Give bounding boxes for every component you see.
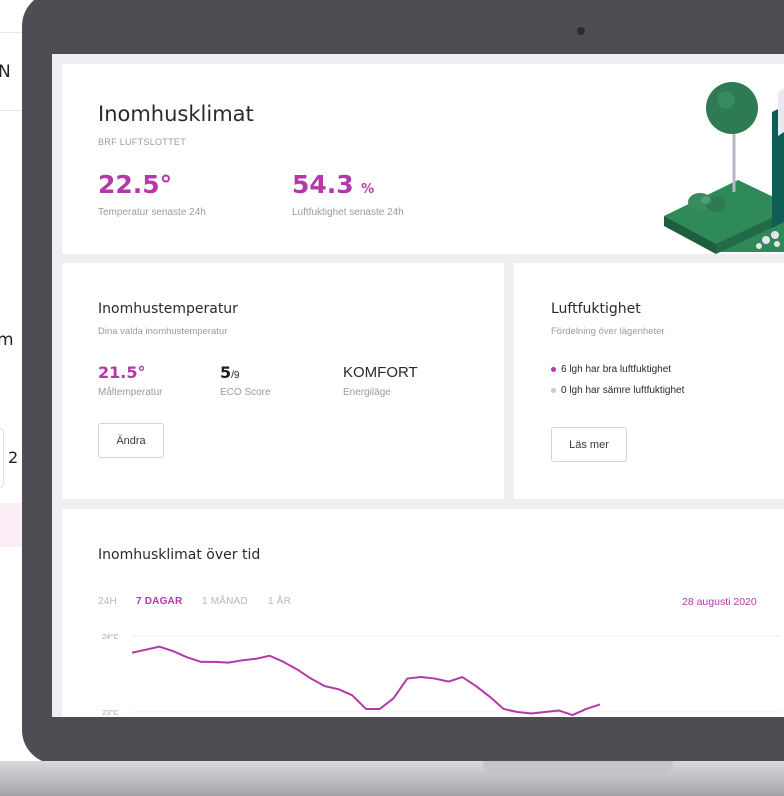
background-input-box bbox=[0, 428, 4, 488]
temperature-series-line bbox=[131, 645, 601, 717]
eco-score-label: ECO Score bbox=[220, 387, 271, 398]
building-illustration bbox=[664, 82, 784, 254]
tab-24h[interactable]: 24H bbox=[98, 596, 117, 607]
bad-dot-icon bbox=[551, 388, 556, 393]
y-tick-label: 23°C bbox=[102, 708, 119, 717]
climate-subtitle: BRF LUFTSLOTTET bbox=[98, 137, 187, 147]
humidity-good-row: 6 lgh har bra luftfuktighet bbox=[551, 364, 671, 375]
climate-card: Inomhusklimat BRF LUFTSLOTTET 22.5° Temp… bbox=[62, 64, 784, 254]
eco-score-value: 5 bbox=[220, 363, 232, 382]
history-date[interactable]: 28 augusti 2020 bbox=[682, 596, 757, 608]
humidity-good-text: 6 lgh har bra luftfuktighet bbox=[561, 364, 672, 375]
tab-1-manad[interactable]: 1 MÅNAD bbox=[202, 596, 248, 607]
humidity-bad-row: 0 lgh har sämre luftfuktighet bbox=[551, 385, 684, 396]
climate-title: Inomhusklimat bbox=[98, 102, 254, 126]
humidity-label: Luftfuktighet senaste 24h bbox=[292, 207, 404, 218]
humidity-card: Luftfuktighet Fördelning över lägenheter… bbox=[514, 263, 784, 499]
target-temperature-value: 21.5° bbox=[98, 363, 146, 382]
humidity-value-group: 54.3 % bbox=[292, 170, 374, 199]
history-line-chart: 24°C 23°C bbox=[102, 632, 782, 717]
read-more-button[interactable]: Läs mer bbox=[551, 427, 627, 462]
humidity-bad-text: 0 lgh har sämre luftfuktighet bbox=[561, 385, 685, 396]
humidity-value: 54.3 bbox=[292, 170, 354, 199]
humidity-card-subtitle: Fördelning över lägenheter bbox=[551, 326, 665, 337]
good-dot-icon bbox=[551, 367, 556, 372]
laptop-screen: Inomhusklimat BRF LUFTSLOTTET 22.5° Temp… bbox=[52, 54, 784, 717]
y-tick-label: 24°C bbox=[102, 632, 119, 641]
humidity-unit: % bbox=[361, 182, 375, 197]
temperature-value: 22.5° bbox=[98, 170, 173, 199]
humidity-card-title: Luftfuktighet bbox=[551, 301, 641, 317]
temperature-card-title: Inomhustemperatur bbox=[98, 301, 238, 317]
energy-mode-label: Energiläge bbox=[343, 387, 391, 398]
background-edge-text: m bbox=[0, 330, 14, 350]
history-title: Inomhusklimat över tid bbox=[98, 547, 261, 563]
camera-icon bbox=[577, 27, 585, 35]
eco-score-max: /9 bbox=[231, 370, 240, 381]
temperature-card: Inomhustemperatur Dina valda inomhustemp… bbox=[62, 263, 504, 499]
background-edge-text: 2 bbox=[8, 448, 19, 467]
eco-score-value-group: 5/9 bbox=[220, 363, 239, 383]
change-button[interactable]: Ändra bbox=[98, 423, 164, 458]
tab-1-ar[interactable]: 1 ÅR bbox=[268, 596, 291, 607]
energy-mode-value: KOMFORT bbox=[343, 364, 418, 381]
background-edge-text: N bbox=[0, 62, 11, 82]
target-temperature-label: Måltemperatur bbox=[98, 387, 163, 398]
tab-7-dagar[interactable]: 7 DAGAR bbox=[136, 596, 182, 607]
temperature-card-subtitle: Dina valda inomhustemperatur bbox=[98, 326, 228, 337]
temperature-label: Temperatur senaste 24h bbox=[98, 207, 206, 218]
laptop-notch bbox=[483, 761, 673, 775]
